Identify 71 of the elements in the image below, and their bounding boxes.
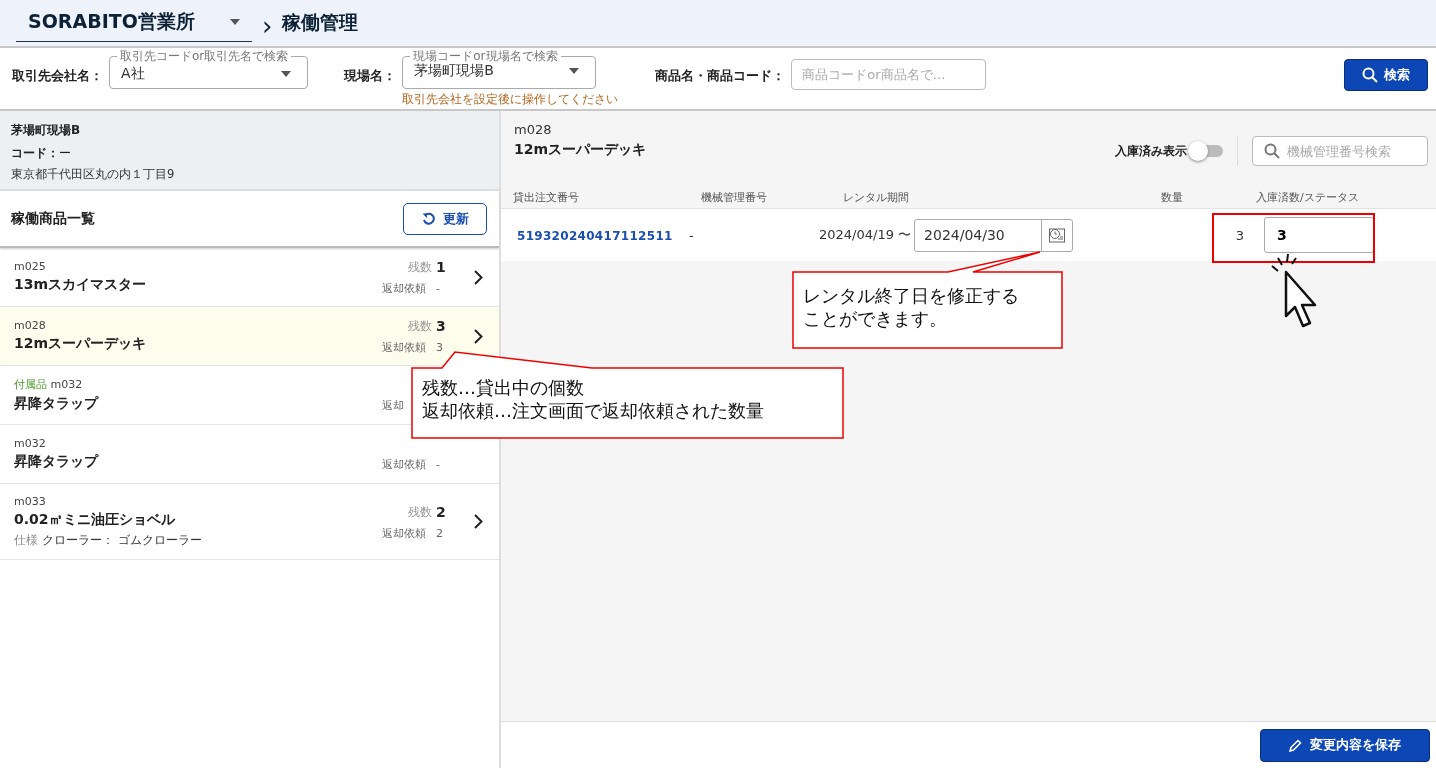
product-name: 12mスーパーデッキ — [514, 141, 647, 159]
refresh-icon — [421, 212, 435, 225]
return-request-label: 返却依頼 — [382, 341, 426, 354]
site-address: 東京都千代田区丸の内１丁目9 — [11, 167, 176, 182]
return-request-label: 返却依頼 — [382, 526, 426, 540]
customer-select[interactable]: 取引先コードor取引先名で検索 A社 — [109, 50, 309, 89]
remaining-label: 残数 — [408, 319, 432, 333]
pencil-icon — [1289, 738, 1302, 752]
remaining-count: 1 — [436, 259, 446, 275]
return-request-label: 返却依頼 — [382, 458, 426, 471]
callout-text: レンタル終了日を修正する — [803, 284, 1019, 307]
accessory-tag: 付属品 — [14, 378, 47, 391]
column-header: 貸出注文番号 — [513, 189, 580, 205]
status-field[interactable]: 3 — [1264, 217, 1374, 253]
return-request-label: 返却 — [382, 399, 404, 412]
product-name: 0.02㎥ミニ油圧ショベル — [14, 510, 176, 529]
spec-label: 仕様 — [14, 532, 38, 547]
return-request-count: 2 — [436, 526, 443, 540]
machine-search-field[interactable]: 機械管理番号検索 — [1252, 136, 1428, 166]
column-header: 機械管理番号 — [701, 189, 768, 205]
product-search-field[interactable]: 商品コードor商品名で… — [791, 59, 987, 90]
site-label: 現場名： — [344, 67, 397, 85]
return-request-count: - — [436, 282, 440, 295]
hint-text: 取引先会社を設定後に操作してください — [402, 91, 619, 108]
end-date-field[interactable]: 2024/04/30 — [914, 218, 1074, 252]
product-list-item[interactable]: m033 0.02㎥ミニ油圧ショベル 仕様 クローラー： ゴムクローラー 残数 2 返却依頼 2 — [0, 484, 499, 560]
search-button[interactable]: 検索 — [1344, 59, 1428, 91]
remaining-count: 2 — [436, 503, 446, 520]
spec-value: クローラー： ゴムクローラー — [41, 532, 202, 547]
site-name: 茅場町現場B — [11, 122, 82, 139]
product-list-item[interactable]: m028 12mスーパーデッキ 残数 3 返却依頼 3 — [0, 307, 499, 366]
product-name: 昇降タラップ — [14, 453, 100, 471]
rental-start-date: 2024/04/19 〜 — [819, 226, 912, 244]
return-request-count: 3 — [436, 341, 443, 354]
caret-icon — [281, 70, 292, 77]
refresh-button[interactable]: 更新 — [403, 202, 487, 235]
caret-icon — [569, 68, 580, 74]
product-code: m025 — [14, 260, 46, 273]
product-code: m028 — [514, 122, 553, 137]
remaining-label: 残数 — [408, 504, 432, 519]
list-title: 稼働商品一覧 — [11, 209, 95, 228]
calendar-icon — [1048, 226, 1067, 244]
product-code: m033 — [14, 494, 46, 508]
order-number-link[interactable]: 519320240417112511 — [517, 228, 673, 243]
column-header: 数量 — [1161, 189, 1184, 205]
product-name: 昇降タラップ — [14, 395, 100, 413]
code-label: コード： — [11, 146, 59, 160]
product-code: m032 — [50, 378, 83, 391]
column-header: 入庫済数/ステータス — [1256, 189, 1360, 205]
breadcrumb-separator: › — [262, 11, 273, 41]
product-code: m028 — [14, 319, 46, 332]
office-dropdown[interactable]: SORABITO営業所 — [16, 4, 252, 42]
search-icon — [1362, 67, 1378, 83]
remaining-label: 残数 — [408, 260, 432, 274]
product-label: 商品名・商品コード： — [655, 67, 786, 85]
toggle-label: 入庫済み表示 — [1115, 142, 1187, 160]
site-select[interactable]: 現場コードor現場名で検索 茅場町現場B — [402, 50, 597, 89]
customer-label: 取引先会社名： — [12, 67, 103, 85]
product-code: m032 — [14, 437, 46, 450]
product-name: 13mスカイマスター — [14, 276, 148, 294]
remaining-count: 3 — [436, 318, 446, 334]
page-title: 稼働管理 — [282, 10, 359, 35]
caret-icon — [230, 18, 240, 25]
quantity-cell-text: 3 — [1234, 227, 1244, 243]
column-header: レンタル期間 — [843, 189, 910, 205]
save-button[interactable]: 変更内容を保存 — [1260, 728, 1430, 762]
return-request-count: - — [436, 458, 440, 471]
product-name: 12mスーパーデッキ — [14, 335, 148, 353]
code-value: ー — [59, 146, 71, 160]
callout-text: ことができます。 — [803, 307, 948, 330]
return-request-label: 返却依頼 — [382, 282, 426, 295]
